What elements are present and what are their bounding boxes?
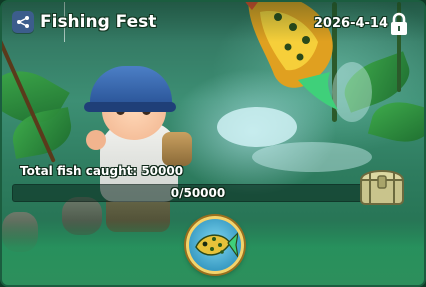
water-splash [252,142,372,172]
water-splash [217,107,297,147]
character-helmet-rim [84,102,176,112]
treasure-chest-icon[interactable] [358,162,406,206]
event-date: 2026-4-14 [313,16,388,31]
lock-icon[interactable] [388,12,410,36]
progress-bar: 0/50000 [12,184,384,202]
fish-badge-icon [195,232,238,258]
progress-text: 0/50000 [170,186,226,200]
event-title: Fishing Fest [40,12,157,32]
share-button[interactable] [12,11,34,33]
fish-badge-button[interactable] [186,216,244,274]
total-caught-label: Total fish caught: 50000 [20,164,184,178]
share-icon [17,16,29,28]
character-bag [162,132,192,166]
character-hand [86,130,106,150]
event-card: Fishing Fest 2026-4-14 Total fish caught… [0,0,426,287]
